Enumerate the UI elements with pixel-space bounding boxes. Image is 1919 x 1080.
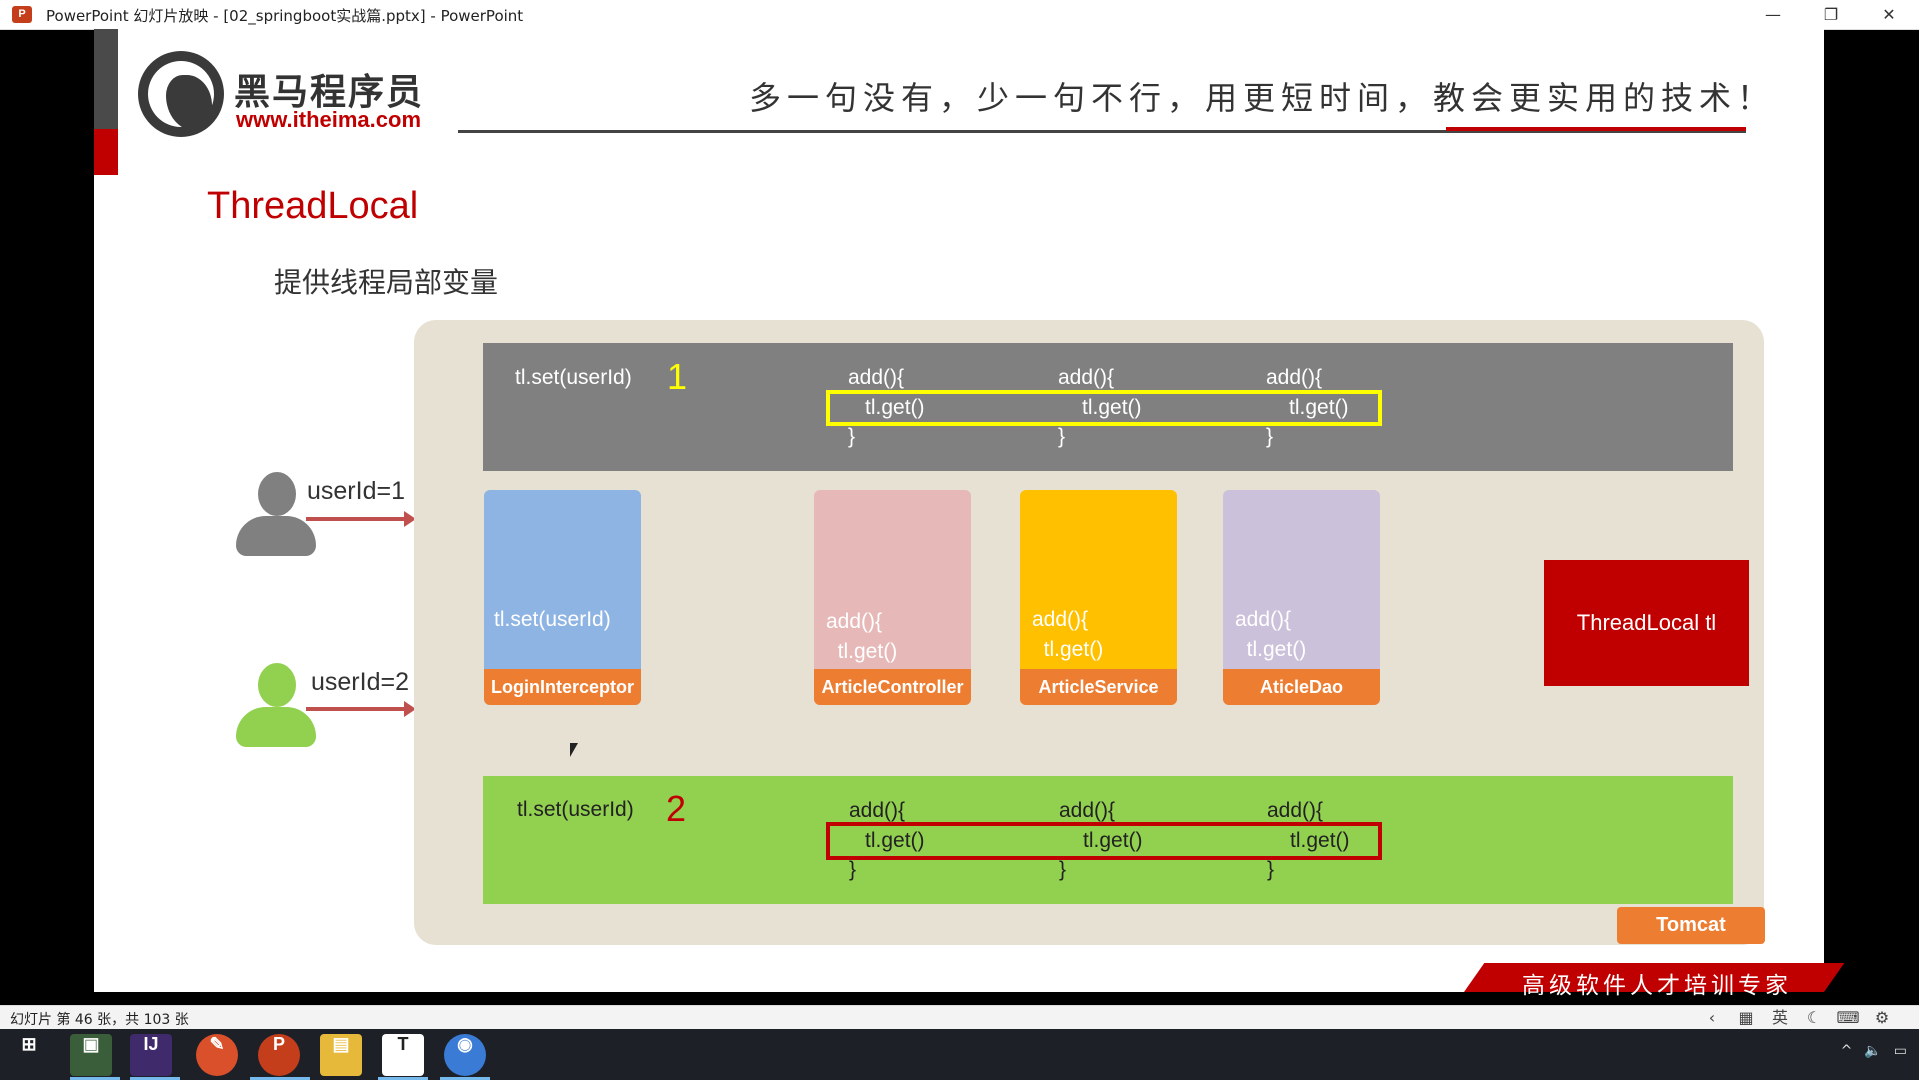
- slide-counter: 幻灯片 第 46 张，共 103 张: [10, 1012, 189, 1028]
- thread-1-call-1-open: add(){: [848, 366, 905, 389]
- thread-2-number: 2: [666, 788, 687, 829]
- thread-2-call-2-close: }: [1059, 858, 1067, 881]
- file-explorer-icon[interactable]: ▤: [320, 1034, 362, 1076]
- chrome-icon[interactable]: ◉: [444, 1034, 486, 1076]
- moon-icon[interactable]: ☾: [1797, 1006, 1831, 1030]
- thread-1-call-2-get: tl.get(): [1082, 396, 1142, 419]
- thread-2-call-3-close: }: [1267, 858, 1275, 881]
- slogan: 多一句没有，少一句不行，用更短时间，教会更实用的技术！: [749, 79, 1776, 117]
- tomcat-label: Tomcat: [1617, 907, 1765, 944]
- intellij-icon[interactable]: IJ: [130, 1034, 172, 1076]
- header-divider-accent: [1446, 127, 1746, 131]
- tray-arrow-icon[interactable]: ^: [1841, 1043, 1853, 1059]
- logo-url: www.itheima.com: [236, 107, 422, 132]
- column-label: LoginInterceptor: [484, 669, 641, 705]
- thread-1-call-1-get: tl.get(): [865, 396, 925, 419]
- user-1-arrow: [306, 511, 416, 527]
- thread-2-call-3-open: add(){: [1267, 799, 1324, 822]
- notification-icon[interactable]: ▭: [1894, 1043, 1907, 1059]
- thread-2-call-1-close: }: [849, 858, 857, 881]
- thread-1-call-1-close: }: [848, 425, 856, 448]
- restore-button[interactable]: ❐: [1808, 0, 1854, 29]
- settings-gear-icon[interactable]: ⚙: [1865, 1006, 1899, 1030]
- brand-slogan: 高级软件人才培训专家: [1522, 973, 1792, 999]
- user-1-label: userId=1: [307, 477, 405, 505]
- windows-taskbar: ⊞ ▣ IJ ✎ P ▤ T ◉ ^ 🔈 ▭: [0, 1029, 1919, 1080]
- thread-2-call-2-open: add(){: [1059, 799, 1116, 822]
- mouse-cursor-icon: [570, 743, 578, 757]
- article-service-column[interactable]: add(){ tl.get() } ArticleService: [1020, 490, 1177, 705]
- powerpoint-icon[interactable]: P: [258, 1034, 300, 1076]
- thread-1-call-2-open: add(){: [1058, 366, 1115, 389]
- slide-left-bar-gray: [94, 29, 118, 129]
- system-tray: ^ 🔈 ▭: [1829, 1043, 1907, 1059]
- thread-2-call-2-get: tl.get(): [1083, 829, 1143, 852]
- close-button[interactable]: ✕: [1866, 0, 1912, 29]
- slide-title: ThreadLocal: [207, 185, 419, 227]
- pen-tool-icon[interactable]: ✎: [196, 1034, 238, 1076]
- thread-1-call-3-close: }: [1266, 425, 1274, 448]
- user-2-arrow: [306, 701, 416, 717]
- user-1-avatar-icon: [236, 472, 316, 562]
- thread-2-set: tl.set(userId): [517, 798, 634, 821]
- thread-2-call-3-get: tl.get(): [1290, 829, 1350, 852]
- thread-2-call-1-get: tl.get(): [865, 829, 925, 852]
- volume-icon[interactable]: 🔈: [1864, 1043, 1881, 1059]
- user-2-label: userId=2: [311, 668, 409, 696]
- keyboard-icon[interactable]: ⌨: [1831, 1006, 1865, 1030]
- thread-1-set: tl.set(userId): [515, 366, 632, 389]
- itheima-logo-icon: [138, 51, 224, 137]
- window-titlebar: P PowerPoint 幻灯片放映 - [02_springboot实战篇.p…: [0, 0, 1919, 30]
- minimize-button[interactable]: —: [1750, 0, 1796, 29]
- column-label: ArticleService: [1020, 669, 1177, 705]
- image-viewer-icon[interactable]: ▣: [70, 1034, 112, 1076]
- column-label: AticleDao: [1223, 669, 1380, 705]
- slide-subtitle: 提供线程局部变量: [274, 266, 499, 299]
- thread-1-number: 1: [667, 356, 688, 397]
- threadlocal-box[interactable]: ThreadLocal tl: [1544, 560, 1749, 686]
- thread-1-call-3-get: tl.get(): [1289, 396, 1349, 419]
- typora-icon[interactable]: T: [382, 1034, 424, 1076]
- start-icon[interactable]: ⊞: [8, 1034, 50, 1076]
- aticle-dao-column[interactable]: add(){ tl.get() } AticleDao: [1223, 490, 1380, 705]
- user-2-avatar-icon: [236, 663, 316, 753]
- slide-left-bar-red: [94, 129, 118, 175]
- thread-1-call-3-open: add(){: [1266, 366, 1323, 389]
- status-bar: 幻灯片 第 46 张，共 103 张 ‹ ▦ 英 ☾ ⌨ ⚙: [0, 1005, 1919, 1030]
- thread-2-call-1-open: add(){: [849, 799, 906, 822]
- powerpoint-app-icon: P: [12, 6, 32, 23]
- thread-1-call-2-close: }: [1058, 425, 1066, 448]
- column-code: tl.set(userId): [494, 608, 611, 631]
- status-icons: ‹ ▦ 英 ☾ ⌨ ⚙: [1695, 1006, 1899, 1030]
- window-title: PowerPoint 幻灯片放映 - [02_springboot实战篇.ppt…: [46, 7, 524, 25]
- article-controller-column[interactable]: add(){ tl.get() } ArticleController: [814, 490, 971, 705]
- slide-sorter-icon[interactable]: ▦: [1729, 1006, 1763, 1030]
- column-label: ArticleController: [814, 669, 971, 705]
- login-interceptor-column[interactable]: tl.set(userId) LoginInterceptor: [484, 490, 641, 705]
- ime-lang-indicator[interactable]: 英: [1763, 1006, 1797, 1030]
- prev-slide-icon[interactable]: ‹: [1695, 1006, 1729, 1030]
